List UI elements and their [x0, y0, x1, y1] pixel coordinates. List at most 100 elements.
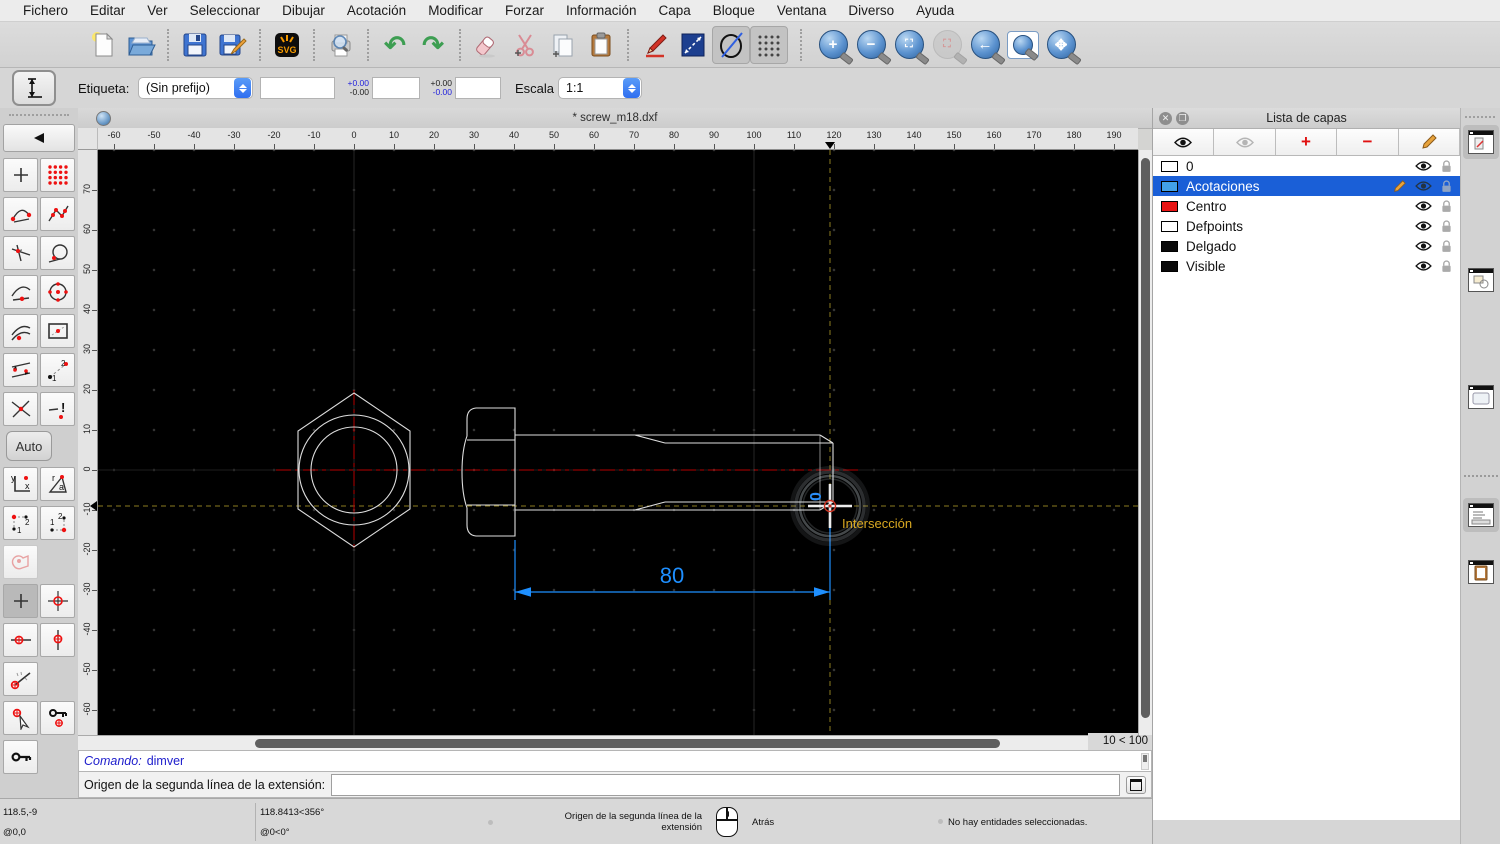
menu-item-información[interactable]: Información [555, 3, 648, 18]
export-svg-button[interactable]: SVG [268, 26, 306, 64]
save-button[interactable] [176, 26, 214, 64]
restrict-vertical-button[interactable] [40, 623, 75, 657]
layer-visible-icon[interactable] [1415, 220, 1432, 232]
crosshair-plain-button[interactable] [3, 584, 38, 618]
edit-layer-button[interactable] [1399, 129, 1460, 155]
exclusive-snap-button[interactable] [3, 545, 38, 579]
layer-row-delgado[interactable]: Delgado [1153, 236, 1460, 256]
redo-button[interactable]: ↷ [414, 26, 452, 64]
canvas-vertical-scrollbar[interactable] [1138, 150, 1152, 735]
layer-lock-icon[interactable] [1441, 240, 1452, 253]
snap-on-entity-button[interactable] [40, 197, 75, 231]
layer-lock-icon[interactable] [1441, 180, 1452, 193]
pick-point-button[interactable] [3, 701, 38, 735]
layer-row-acotaciones[interactable]: Acotaciones [1153, 176, 1460, 196]
zoom-previous-button[interactable]: ← [966, 26, 1004, 64]
dimension-text-field[interactable] [260, 77, 335, 99]
delete-button[interactable] [468, 26, 506, 64]
snap-intersection-manual-button[interactable]: ! [40, 392, 75, 426]
menu-item-modificar[interactable]: Modificar [417, 3, 494, 18]
zoom-out-button[interactable]: − [852, 26, 890, 64]
layer-lock-icon[interactable] [1441, 200, 1452, 213]
dock-block-list-button[interactable] [1468, 268, 1494, 292]
panel-close-button[interactable]: ✕ [1159, 112, 1172, 125]
menu-item-bloque[interactable]: Bloque [702, 3, 766, 18]
snap-angle-button[interactable] [3, 662, 38, 696]
coordinate-polar-button[interactable]: ra [40, 467, 75, 501]
layer-lock-icon[interactable] [1441, 220, 1452, 233]
zoom-window-button[interactable] [1004, 26, 1042, 64]
snap-grid-button[interactable] [40, 158, 75, 192]
menu-item-acotación[interactable]: Acotación [336, 3, 417, 18]
layer-visible-icon[interactable] [1415, 260, 1432, 272]
command-input[interactable] [331, 774, 1120, 796]
menu-item-ver[interactable]: Ver [136, 3, 178, 18]
snap-tangent-button[interactable] [40, 236, 75, 270]
prefix-dropdown[interactable]: (Sin prefijo) [138, 77, 253, 99]
snap-perpendicular-button[interactable] [3, 236, 38, 270]
tolerance-lower-field[interactable] [455, 77, 501, 99]
snap-free-button[interactable] [3, 158, 38, 192]
layer-row-centro[interactable]: Centro [1153, 196, 1460, 216]
layer-row-defpoints[interactable]: Defpoints [1153, 216, 1460, 236]
save-as-button[interactable] [214, 26, 252, 64]
zoom-auto-button[interactable]: ⛶ [890, 26, 928, 64]
menu-item-capa[interactable]: Capa [648, 3, 702, 18]
menu-item-ventana[interactable]: Ventana [766, 3, 838, 18]
dock-layer-list-button[interactable] [1468, 130, 1494, 154]
layer-visible-icon[interactable] [1415, 180, 1432, 192]
menu-item-fichero[interactable]: Fichero [12, 3, 79, 18]
layer-row-visible[interactable]: Visible [1153, 256, 1460, 276]
set-relative-zero-button[interactable] [40, 584, 75, 618]
print-preview-button[interactable] [322, 26, 360, 64]
menu-item-diverso[interactable]: Diverso [837, 3, 905, 18]
restrict-distance-button[interactable]: 12 [40, 353, 75, 387]
toolbar-drag-handle[interactable] [9, 114, 69, 120]
vertical-dimension-tool-button[interactable] [12, 70, 56, 106]
snap-center-button[interactable] [40, 275, 75, 309]
remove-layer-button[interactable]: − [1337, 129, 1398, 155]
snap-endpoint-button[interactable] [3, 197, 38, 231]
command-history[interactable]: Comando: dimver [78, 750, 1152, 772]
ellipse-tool-button[interactable] [712, 26, 750, 64]
dock-command-widget-button[interactable] [1468, 503, 1494, 527]
copy-button[interactable] [544, 26, 582, 64]
corner-point-2-button[interactable]: 12 [40, 506, 75, 540]
drawing-window-titlebar[interactable]: * screw_m18.dxf [78, 108, 1152, 129]
zoom-in-button[interactable]: + [814, 26, 852, 64]
pan-button[interactable]: ✥ [1042, 26, 1080, 64]
hide-all-layers-button[interactable] [1214, 129, 1275, 155]
add-layer-button[interactable]: + [1276, 129, 1337, 155]
paste-button[interactable] [582, 26, 620, 64]
snap-distance-button[interactable] [3, 314, 38, 348]
command-window-toggle-button[interactable] [1126, 776, 1146, 794]
lock-zero-button[interactable] [3, 740, 38, 774]
snap-auto-button[interactable]: Auto [6, 431, 52, 461]
layer-visible-icon[interactable] [1415, 160, 1432, 172]
menu-item-dibujar[interactable]: Dibujar [271, 3, 336, 18]
show-all-layers-button[interactable] [1153, 129, 1214, 155]
restrict-horizontal-button[interactable] [3, 623, 38, 657]
draw-pencil-button[interactable] [636, 26, 674, 64]
horizontal-scroll-thumb[interactable] [255, 739, 1000, 748]
layer-row-0[interactable]: 0 [1153, 156, 1460, 176]
command-history-scrollbar[interactable] [1141, 753, 1149, 770]
layer-panel-titlebar[interactable]: ✕ ❐ Lista de capas [1153, 108, 1460, 129]
layer-visible-icon[interactable] [1415, 200, 1432, 212]
restrict-orthogonal-button[interactable] [3, 353, 38, 387]
snap-intersection-button[interactable] [3, 392, 38, 426]
scale-dropdown[interactable]: 1:1 [558, 77, 642, 99]
undo-button[interactable]: ↶ [376, 26, 414, 64]
zoom-window-tool-button[interactable] [674, 26, 712, 64]
layer-visible-icon[interactable] [1415, 240, 1432, 252]
menu-item-seleccionar[interactable]: Seleccionar [179, 3, 272, 18]
drawing-canvas[interactable]: 80 0 Intersección [98, 150, 1138, 735]
vertical-scroll-thumb[interactable] [1141, 158, 1150, 718]
snap-grid-toggle-button[interactable] [750, 26, 788, 64]
canvas-horizontal-scrollbar[interactable] [78, 735, 1088, 750]
corner-point-1-button[interactable]: 12 [3, 506, 38, 540]
snap-reference-button[interactable] [40, 314, 75, 348]
menu-item-forzar[interactable]: Forzar [494, 3, 555, 18]
new-document-button[interactable] [84, 26, 122, 64]
layer-lock-icon[interactable] [1441, 260, 1452, 273]
